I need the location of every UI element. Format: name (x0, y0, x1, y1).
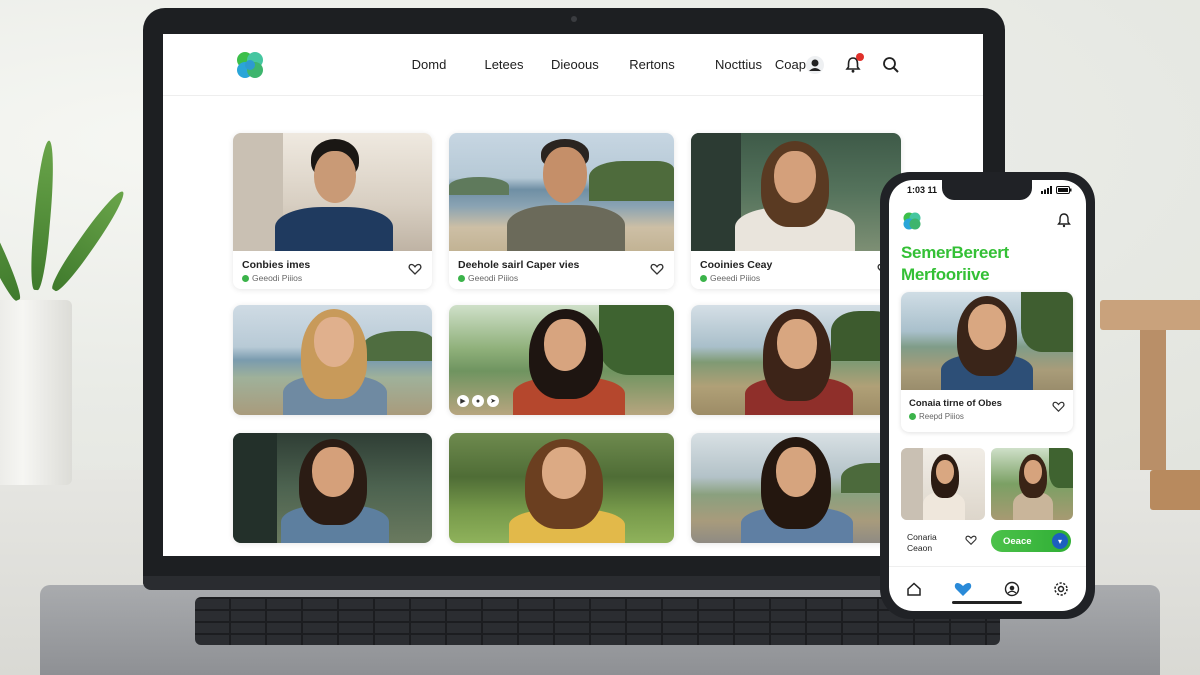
settings-icon[interactable] (1051, 579, 1071, 599)
card-info: Conbies imes Geeodi Piiios (233, 251, 432, 289)
primary-action-label: Oeace (1003, 535, 1032, 547)
featured-title: Conaia tirne of Obes (909, 398, 1002, 409)
profile-thumbnail[interactable] (901, 448, 985, 520)
share-icon[interactable]: ➤ (487, 395, 499, 407)
card-subtitle-text: Geeodi Piiios (252, 273, 303, 283)
card-title: Conbies imes (242, 259, 311, 271)
chevron-down-icon: ▾ (1052, 533, 1068, 549)
status-dot-icon (909, 413, 916, 420)
profile-card[interactable] (233, 305, 432, 415)
featured-subtitle: Reepd Piiios (909, 412, 964, 421)
status-dot-icon (458, 274, 465, 282)
featured-profile-card[interactable]: Conaia tirne of Obes Reepd Piiios (901, 292, 1073, 432)
nav-link-letees[interactable]: Letees (457, 57, 551, 72)
profile-icon[interactable] (1002, 579, 1022, 599)
small-card-title: Conaria Ceaon (907, 532, 937, 554)
small-card-title-line2: Ceaon (907, 543, 933, 553)
profile-photo (233, 433, 432, 543)
profile-card[interactable]: Cooinies Ceay Geeedi Piiios (691, 133, 901, 289)
profile-photo (449, 133, 674, 251)
phone-heading-line2: Merfooriive (901, 265, 990, 284)
battery-icon (1056, 186, 1072, 194)
shelf (1100, 300, 1200, 330)
nav-link-domd[interactable]: Domd (401, 57, 457, 72)
profile-card[interactable]: Deehole sairl Caper vies Geeodi Piiios (449, 133, 674, 289)
card-info: Cooinies Ceay Geeedi Piiios (691, 251, 901, 289)
app-logo-icon[interactable] (233, 48, 267, 82)
featured-photo (901, 292, 1073, 390)
card-title: Cooinies Ceay (700, 259, 773, 271)
nav-link-dieoous[interactable]: Dieoous (551, 57, 599, 72)
profile-card[interactable] (691, 433, 901, 543)
card-subtitle-text: Geeedi Piiios (710, 273, 761, 283)
phone-tab-bar (889, 566, 1086, 611)
apple-icon[interactable]: ● (472, 395, 484, 407)
play-icon[interactable]: ▶ (457, 395, 469, 407)
card-info: Deehole sairl Caper vies Geeodi Piiios (449, 251, 674, 289)
laptop-keyboard (195, 597, 1000, 645)
profile-photo (449, 433, 674, 543)
phone-screen: 1:03 11 SemerBereert Merfooriive Conaia … (889, 180, 1086, 611)
search-icon[interactable] (879, 53, 903, 77)
phone-notch (942, 180, 1032, 200)
card-subtitle: Geeedi Piiios (700, 273, 760, 283)
primary-action-button[interactable]: Oeace ▾ (991, 530, 1071, 552)
heart-icon[interactable] (408, 262, 422, 276)
profile-thumbnail[interactable] (991, 448, 1073, 520)
featured-subtitle-text: Reepd Piiios (919, 412, 964, 421)
nav-icons (803, 53, 903, 77)
laptop-screen: Domd Letees Dieoous Rertons Nocttius Coa… (163, 34, 983, 556)
profile-photo (691, 305, 901, 415)
profile-photo (691, 433, 901, 543)
nav-link-rertons[interactable]: Rertons (589, 57, 715, 72)
status-time: 1:03 11 (907, 185, 938, 195)
bell-icon[interactable] (841, 53, 865, 77)
card-subtitle: Geeodi Piiios (242, 273, 302, 283)
card-subtitle: Geeodi Piiios (458, 273, 518, 283)
home-icon[interactable] (904, 579, 924, 599)
bell-icon[interactable] (1056, 212, 1072, 228)
profile-card[interactable]: ▶ ● ➤ (449, 305, 674, 415)
webcam (571, 16, 577, 22)
phone-heading-line1: SemerBereert (901, 243, 1009, 262)
top-navigation: Domd Letees Dieoous Rertons Nocttius Coa… (163, 34, 983, 96)
heart-icon[interactable] (1052, 400, 1065, 413)
card-title: Deehole sairl Caper vies (458, 259, 580, 271)
status-dot-icon (700, 274, 707, 282)
signal-icon (1041, 186, 1052, 194)
heart-icon[interactable] (965, 534, 977, 546)
profile-card[interactable] (449, 433, 674, 543)
notification-dot (856, 53, 864, 61)
profile-photo (691, 133, 901, 251)
plant-pot (0, 300, 72, 485)
status-icons (1041, 186, 1072, 194)
profile-photo (233, 133, 432, 251)
nav-link-nocttius[interactable]: Nocttius (715, 57, 762, 72)
shelf-leg (1140, 330, 1166, 470)
status-dot-icon (242, 274, 249, 282)
small-card-title-line1: Conaria (907, 532, 937, 542)
profile-photo (233, 305, 432, 415)
app-logo-icon[interactable] (901, 210, 923, 232)
laptop-hinge (143, 576, 1005, 590)
card-subtitle-text: Geeodi Piiios (468, 273, 519, 283)
wooden-box (1150, 470, 1200, 510)
heart-icon[interactable] (650, 262, 664, 276)
store-badges: ▶ ● ➤ (457, 395, 499, 407)
heart-icon[interactable] (953, 579, 973, 599)
profile-card[interactable] (691, 305, 901, 415)
profile-card[interactable]: Conbies imes Geeodi Piiios (233, 133, 432, 289)
nav-links: Domd Letees Dieoous Rertons Nocttius Coa… (401, 57, 858, 72)
home-indicator (952, 601, 1022, 604)
profile-card[interactable] (233, 433, 432, 543)
user-icon[interactable] (803, 53, 827, 77)
phone-heading: SemerBereert Merfooriive (901, 242, 1009, 286)
